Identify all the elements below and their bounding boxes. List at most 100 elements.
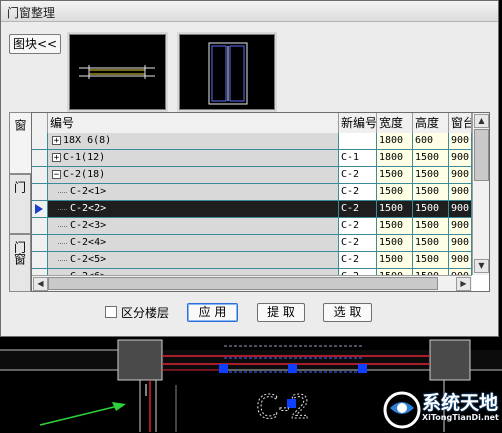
table-row[interactable]: − C-2(18) C-2 1500 1500 900 xyxy=(32,167,472,184)
block-preview-toggle-button[interactable]: 图块<< xyxy=(9,34,61,54)
cell-id-text: C-2<3> xyxy=(70,220,107,231)
door-window-dialog: 门窗整理 图块<< 窗 门 门窗 编号 新编号 宽度 高度 窗 + 18X 6(… xyxy=(0,0,499,337)
horizontal-scroll-thumb[interactable] xyxy=(48,277,438,290)
tree-connector xyxy=(58,209,67,210)
cell-new-id[interactable]: C-2 xyxy=(339,201,377,217)
cell-height[interactable]: 1500 xyxy=(413,150,449,166)
cell-id[interactable]: − C-2(18) xyxy=(48,167,339,183)
cell-id[interactable]: + C-1(12) xyxy=(48,150,339,166)
cell-new-id[interactable]: C-2 xyxy=(339,218,377,234)
split-floor-checkbox[interactable] xyxy=(105,306,117,318)
cell-sill[interactable]: 900 xyxy=(449,167,472,183)
table-row[interactable]: C-2<4> C-2 1500 1500 900 xyxy=(32,235,472,252)
cell-id[interactable]: C-2<3> xyxy=(48,218,339,234)
scroll-left-icon[interactable]: ◀ xyxy=(33,277,48,291)
cell-id[interactable]: C-2<2> xyxy=(48,201,339,217)
cell-sill[interactable]: 900 xyxy=(449,218,472,234)
cell-height[interactable]: 1500 xyxy=(413,252,449,268)
title-bar[interactable]: 门窗整理 xyxy=(1,1,498,22)
tab-door-window[interactable]: 门窗 xyxy=(9,234,31,292)
row-indicator[interactable] xyxy=(32,133,48,149)
header-width[interactable]: 宽度 xyxy=(377,113,413,133)
cell-width[interactable]: 1500 xyxy=(377,252,413,268)
horizontal-scrollbar[interactable]: ◀ ▶ xyxy=(32,275,472,291)
table-row[interactable]: C-2<3> C-2 1500 1500 900 xyxy=(32,218,472,235)
watermark-logo-icon xyxy=(383,391,421,429)
cell-id-text: C-2<1> xyxy=(70,186,107,197)
cell-width[interactable]: 1500 xyxy=(377,184,413,200)
column-left xyxy=(117,339,163,381)
cell-width[interactable]: 1500 xyxy=(377,218,413,234)
row-indicator[interactable] xyxy=(32,201,48,217)
collapse-icon[interactable]: − xyxy=(52,169,61,179)
row-indicator[interactable] xyxy=(32,184,48,200)
cell-new-id[interactable] xyxy=(339,133,377,149)
table-row[interactable]: C-2<5> C-2 1500 1500 900 xyxy=(32,252,472,269)
row-indicator[interactable] xyxy=(32,167,48,183)
grip-left[interactable] xyxy=(219,364,228,373)
table-row[interactable]: C-2<1> C-2 1500 1500 900 xyxy=(32,184,472,201)
cell-new-id[interactable]: C-2 xyxy=(339,235,377,251)
header-new-id[interactable]: 新编号 xyxy=(339,113,377,133)
table-row[interactable]: + C-1(12) C-1 1800 1500 900 xyxy=(32,150,472,167)
cell-id[interactable]: C-2<4> xyxy=(48,235,339,251)
row-indicator[interactable] xyxy=(32,218,48,234)
cell-width[interactable]: 1500 xyxy=(377,201,413,217)
elevation-preview xyxy=(177,32,277,112)
column-right xyxy=(429,339,471,381)
cell-id[interactable]: C-2<5> xyxy=(48,252,339,268)
cell-id-text: C-1(12) xyxy=(63,152,106,163)
grip-mid[interactable] xyxy=(288,364,297,373)
cell-id-text: C-2<5> xyxy=(70,254,107,265)
cell-height[interactable]: 1500 xyxy=(413,201,449,217)
cell-height[interactable]: 1500 xyxy=(413,184,449,200)
apply-button[interactable]: 应 用 xyxy=(187,303,238,322)
cell-sill[interactable]: 900 xyxy=(449,150,472,166)
row-indicator[interactable] xyxy=(32,235,48,251)
vertical-scrollbar[interactable]: ▲ ▼ xyxy=(472,113,489,275)
expand-icon[interactable]: + xyxy=(52,152,61,162)
cell-height[interactable]: 1500 xyxy=(413,218,449,234)
select-button[interactable]: 选 取 xyxy=(323,303,372,322)
tree-connector xyxy=(58,226,67,227)
grip-right[interactable] xyxy=(358,364,367,373)
expand-icon[interactable]: + xyxy=(52,135,61,145)
row-indicator[interactable] xyxy=(32,252,48,268)
cell-new-id[interactable]: C-2 xyxy=(339,184,377,200)
cell-id[interactable]: +18X 6(8) xyxy=(48,133,339,149)
cell-new-id[interactable]: C-1 xyxy=(339,150,377,166)
table-row[interactable]: +18X 6(8) 1800 600 900 xyxy=(32,133,472,150)
vertical-scroll-thumb[interactable] xyxy=(474,129,489,181)
header-height[interactable]: 高度 xyxy=(413,113,449,133)
pick-button[interactable]: 提 取 xyxy=(257,303,305,322)
cell-new-id[interactable]: C-2 xyxy=(339,252,377,268)
cell-width[interactable]: 1800 xyxy=(377,150,413,166)
cad-window-label: C-2 xyxy=(256,388,310,426)
header-id[interactable]: 编号 xyxy=(48,113,339,133)
cell-width[interactable]: 1500 xyxy=(377,235,413,251)
tab-door[interactable]: 门 xyxy=(9,174,31,234)
scroll-right-icon[interactable]: ▶ xyxy=(456,277,471,291)
scroll-up-icon[interactable]: ▲ xyxy=(474,114,489,128)
split-floor-label: 区分楼层 xyxy=(121,306,170,320)
cell-sill[interactable]: 900 xyxy=(449,252,472,268)
cell-height[interactable]: 600 xyxy=(413,133,449,149)
current-row-arrow-icon xyxy=(35,204,43,214)
tab-window[interactable]: 窗 xyxy=(9,112,31,174)
cell-width[interactable]: 1800 xyxy=(377,133,413,149)
watermark: 系统天地 XiTongTianDi.net xyxy=(382,390,500,430)
cell-height[interactable]: 1500 xyxy=(413,235,449,251)
row-indicator[interactable] xyxy=(32,150,48,166)
cell-id[interactable]: C-2<1> xyxy=(48,184,339,200)
cell-width[interactable]: 1500 xyxy=(377,167,413,183)
scroll-down-icon[interactable]: ▼ xyxy=(474,259,489,273)
cell-height[interactable]: 1500 xyxy=(413,167,449,183)
table-row[interactable]: C-2<2> C-2 1500 1500 900 xyxy=(32,201,472,218)
cell-new-id[interactable]: C-2 xyxy=(339,167,377,183)
header-sill[interactable]: 窗台 xyxy=(449,113,472,133)
cell-sill[interactable]: 900 xyxy=(449,235,472,251)
door-window-table[interactable]: 编号 新编号 宽度 高度 窗台 +18X 6(8)1800600900+C-1(… xyxy=(31,112,490,292)
cell-sill[interactable]: 900 xyxy=(449,133,472,149)
cell-sill[interactable]: 900 xyxy=(449,201,472,217)
cell-sill[interactable]: 900 xyxy=(449,184,472,200)
